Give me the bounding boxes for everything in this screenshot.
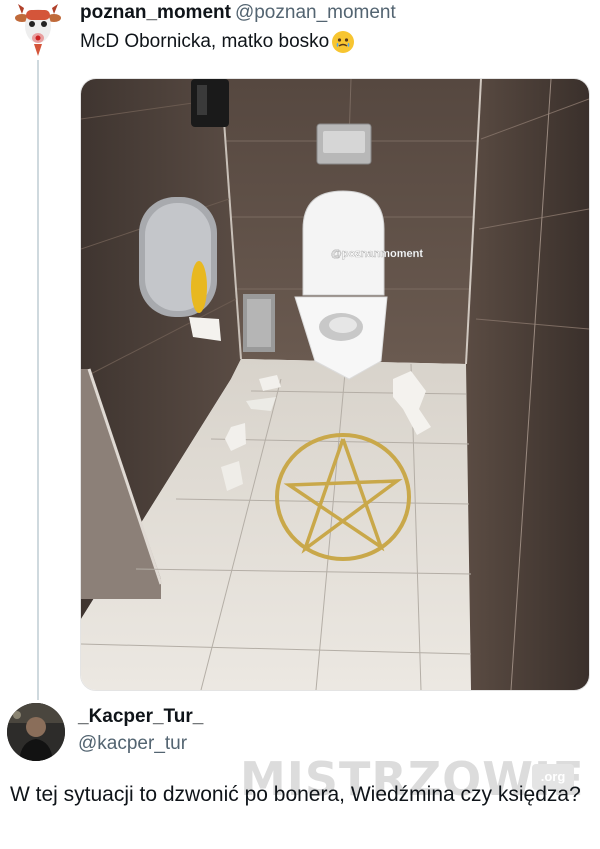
tweet-photo-restroom[interactable]: @poznanmoment: [80, 78, 590, 691]
face-holding-back-tears-emoji-icon: [332, 31, 355, 53]
tweet-header: poznan_moment @poznan_moment: [80, 2, 396, 24]
tweet-text-row: McD Obornicka, matko bosko: [80, 31, 355, 53]
photo-watermark: @poznanmoment: [331, 248, 423, 260]
poznan-moment-avatar[interactable]: [14, 2, 62, 58]
user-photo-avatar-icon: [7, 703, 65, 761]
tweet-display-name[interactable]: poznan_moment: [80, 2, 231, 23]
reply-display-name[interactable]: _Kacper_Tur_: [78, 706, 203, 728]
tweet-handle[interactable]: @poznan_moment: [235, 2, 396, 23]
goat-avatar-icon: [15, 4, 61, 56]
kacper-tur-avatar[interactable]: [7, 703, 65, 761]
thread-connector-line: [37, 60, 39, 700]
reply-text: W tej sytuacji to dzwonić po bonera, Wie…: [10, 783, 581, 806]
reply-handle[interactable]: @kacper_tur: [78, 733, 187, 755]
tweet-text: McD Obornicka, matko bosko: [80, 31, 330, 52]
